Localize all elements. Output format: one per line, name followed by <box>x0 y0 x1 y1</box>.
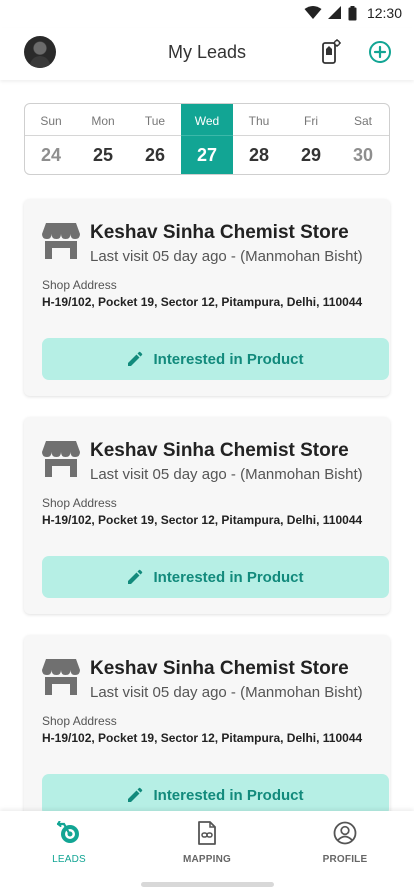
day-number: 29 <box>300 145 322 165</box>
address-label: Shop Address <box>42 278 117 292</box>
store-icon <box>42 223 80 259</box>
app-header: My Leads <box>0 28 414 80</box>
interested-in-product-button[interactable]: Interested in Product <box>42 556 389 598</box>
calendar-day[interactable]: Mon 25 <box>77 104 129 174</box>
day-number: 30 <box>352 145 374 165</box>
address-label: Shop Address <box>42 496 117 510</box>
last-visit: Last visit 05 day ago - (Manmohan Bisht) <box>90 684 363 701</box>
wifi-icon <box>304 6 322 19</box>
nav-label: LEADS <box>52 854 86 865</box>
battery-icon <box>348 5 357 20</box>
leads-icon <box>56 820 79 843</box>
day-name: Wed <box>181 104 233 136</box>
action-label: Interested in Product <box>153 568 304 586</box>
bottom-nav: LEADS MAPPING PROFILE <box>0 811 414 896</box>
profile-icon <box>333 821 357 845</box>
page-title: My Leads <box>167 42 247 62</box>
action-label: Interested in Product <box>153 350 304 368</box>
signal-icon <box>327 6 341 19</box>
store-name: Keshav Sinha Chemist Store <box>90 222 349 243</box>
store-name: Keshav Sinha Chemist Store <box>90 658 349 679</box>
pencil-icon <box>128 569 143 584</box>
address-value: H-19/102, Pocket 19, Sector 12, Pitampur… <box>42 295 363 309</box>
status-time: 12:30 <box>366 5 402 21</box>
add-lead-button[interactable] <box>366 38 394 66</box>
day-name: Thu <box>233 104 285 136</box>
pencil-icon <box>128 787 143 802</box>
week-calendar: Sun 24 Mon 25 Tue 26 Wed 27 Thu 28 Fri 2… <box>24 103 390 175</box>
plus-circle-icon <box>369 41 391 63</box>
day-name: Sat <box>337 104 389 136</box>
home-indicator <box>141 882 274 887</box>
nav-item-mapping[interactable]: MAPPING <box>157 821 257 865</box>
leads-list: Keshav Sinha Chemist Store Last visit 05… <box>24 199 390 853</box>
status-icons: 12:30 <box>304 5 402 21</box>
day-name: Fri <box>285 104 337 136</box>
calendar-day[interactable]: Thu 28 <box>233 104 285 174</box>
lead-card[interactable]: Keshav Sinha Chemist Store Last visit 05… <box>24 199 390 396</box>
store-icon <box>42 659 80 695</box>
day-name: Mon <box>77 104 129 136</box>
calendar-day[interactable]: Sun 24 <box>25 104 77 174</box>
day-number: 26 <box>144 145 166 165</box>
lead-card[interactable]: Keshav Sinha Chemist Store Last visit 05… <box>24 417 390 614</box>
day-number: 27 <box>196 145 218 165</box>
mapping-icon <box>198 821 216 845</box>
last-visit: Last visit 05 day ago - (Manmohan Bisht) <box>90 466 363 483</box>
nav-item-profile[interactable]: PROFILE <box>295 821 395 865</box>
day-number: 24 <box>40 145 62 165</box>
pencil-icon <box>128 351 143 366</box>
calendar-day[interactable]: Fri 29 <box>285 104 337 174</box>
day-number: 28 <box>248 145 270 165</box>
calendar-day[interactable]: Sat 30 <box>337 104 389 174</box>
status-bar: 12:30 <box>0 0 414 28</box>
nav-label: MAPPING <box>182 854 232 865</box>
nav-label: PROFILE <box>322 854 368 865</box>
calendar-day[interactable]: Tue 26 <box>129 104 181 174</box>
calendar-day-selected[interactable]: Wed 27 <box>181 104 233 174</box>
day-name: Sun <box>25 104 77 136</box>
day-number: 25 <box>92 145 114 165</box>
store-icon <box>42 441 80 477</box>
last-visit: Last visit 05 day ago - (Manmohan Bisht) <box>90 248 363 265</box>
lead-card[interactable]: Keshav Sinha Chemist Store Last visit 05… <box>24 635 390 832</box>
day-name: Tue <box>129 104 181 136</box>
address-value: H-19/102, Pocket 19, Sector 12, Pitampur… <box>42 731 363 745</box>
store-name: Keshav Sinha Chemist Store <box>90 440 349 461</box>
address-value: H-19/102, Pocket 19, Sector 12, Pitampur… <box>42 513 363 527</box>
action-label: Interested in Product <box>153 786 304 804</box>
interested-in-product-button[interactable]: Interested in Product <box>42 774 389 816</box>
nav-item-leads[interactable]: LEADS <box>19 820 119 865</box>
phone-shop-icon[interactable] <box>316 38 344 66</box>
interested-in-product-button[interactable]: Interested in Product <box>42 338 389 380</box>
address-label: Shop Address <box>42 714 117 728</box>
